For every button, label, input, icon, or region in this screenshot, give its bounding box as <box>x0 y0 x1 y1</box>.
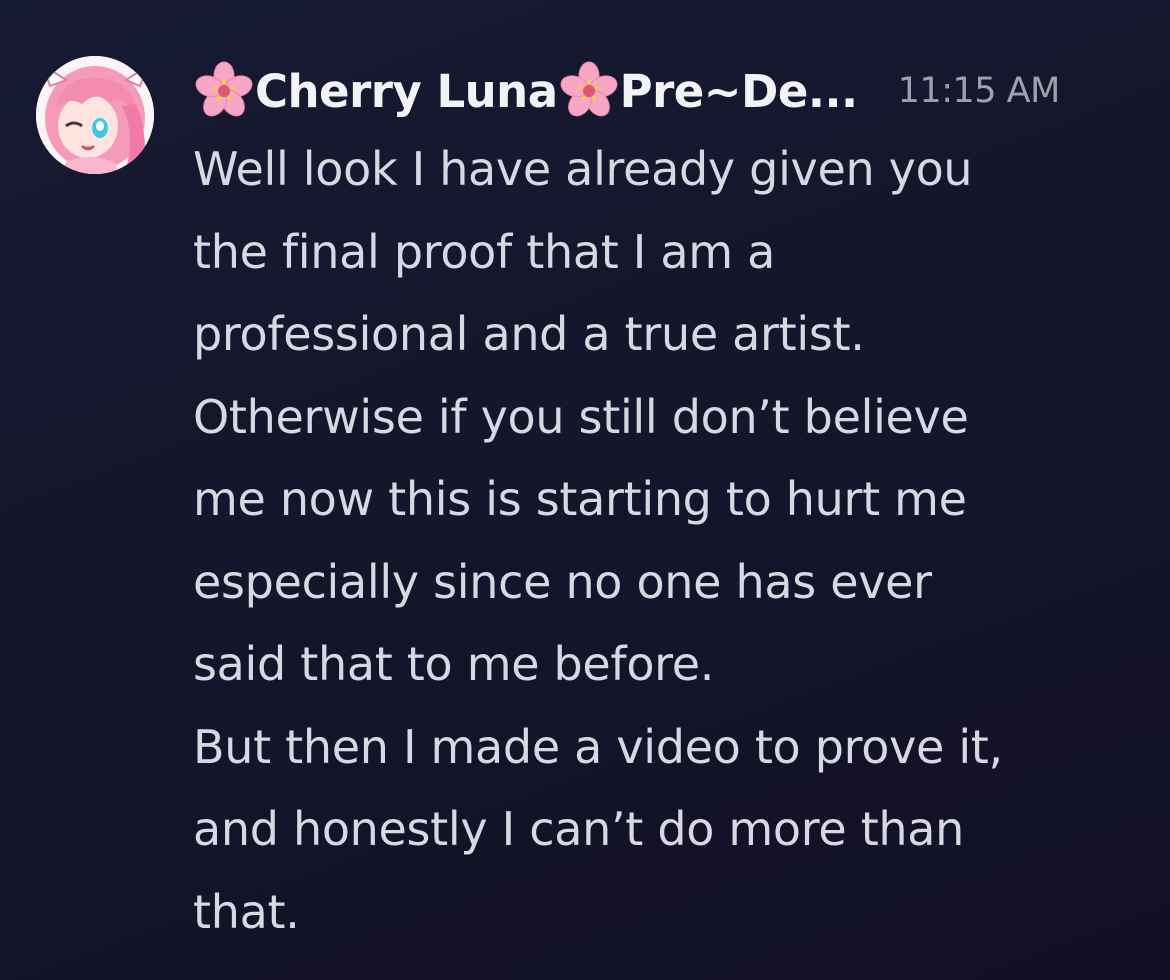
chat-message: Cherry Luna Pre~De... 11:15 AM Well look… <box>0 0 1170 980</box>
user-avatar[interactable] <box>36 56 154 174</box>
message-line: said that to me before. <box>193 637 715 691</box>
message-line: that. <box>193 884 300 939</box>
avatar-anime-pink-hair-icon <box>36 56 154 174</box>
message-line: and honestly I can’t do more than <box>193 802 965 856</box>
username-part-1: Cherry Luna <box>255 64 558 118</box>
message-timestamp[interactable]: 11:15 AM <box>898 71 1061 111</box>
message-content: Well look I have already given you the f… <box>193 128 1153 953</box>
message-line: Otherwise if you still don’t believe <box>193 389 969 444</box>
message-line: me now this is starting to hurt me <box>193 472 967 526</box>
message-line: the final proof that I am a <box>193 224 775 279</box>
message-line: Well look I have already given you <box>193 142 973 196</box>
username-part-2: Pre~De... <box>619 64 859 118</box>
message-line: especially since no one has ever <box>193 554 932 609</box>
cherry-blossom-icon <box>560 61 618 117</box>
message-line: But then I made a video to prove it, <box>193 719 1003 774</box>
message-header: Cherry Luna Pre~De... 11:15 AM <box>193 58 1153 124</box>
message-line: professional and a true artist. <box>193 307 865 361</box>
cherry-blossom-icon <box>195 61 253 117</box>
username[interactable]: Cherry Luna Pre~De... <box>193 60 858 122</box>
